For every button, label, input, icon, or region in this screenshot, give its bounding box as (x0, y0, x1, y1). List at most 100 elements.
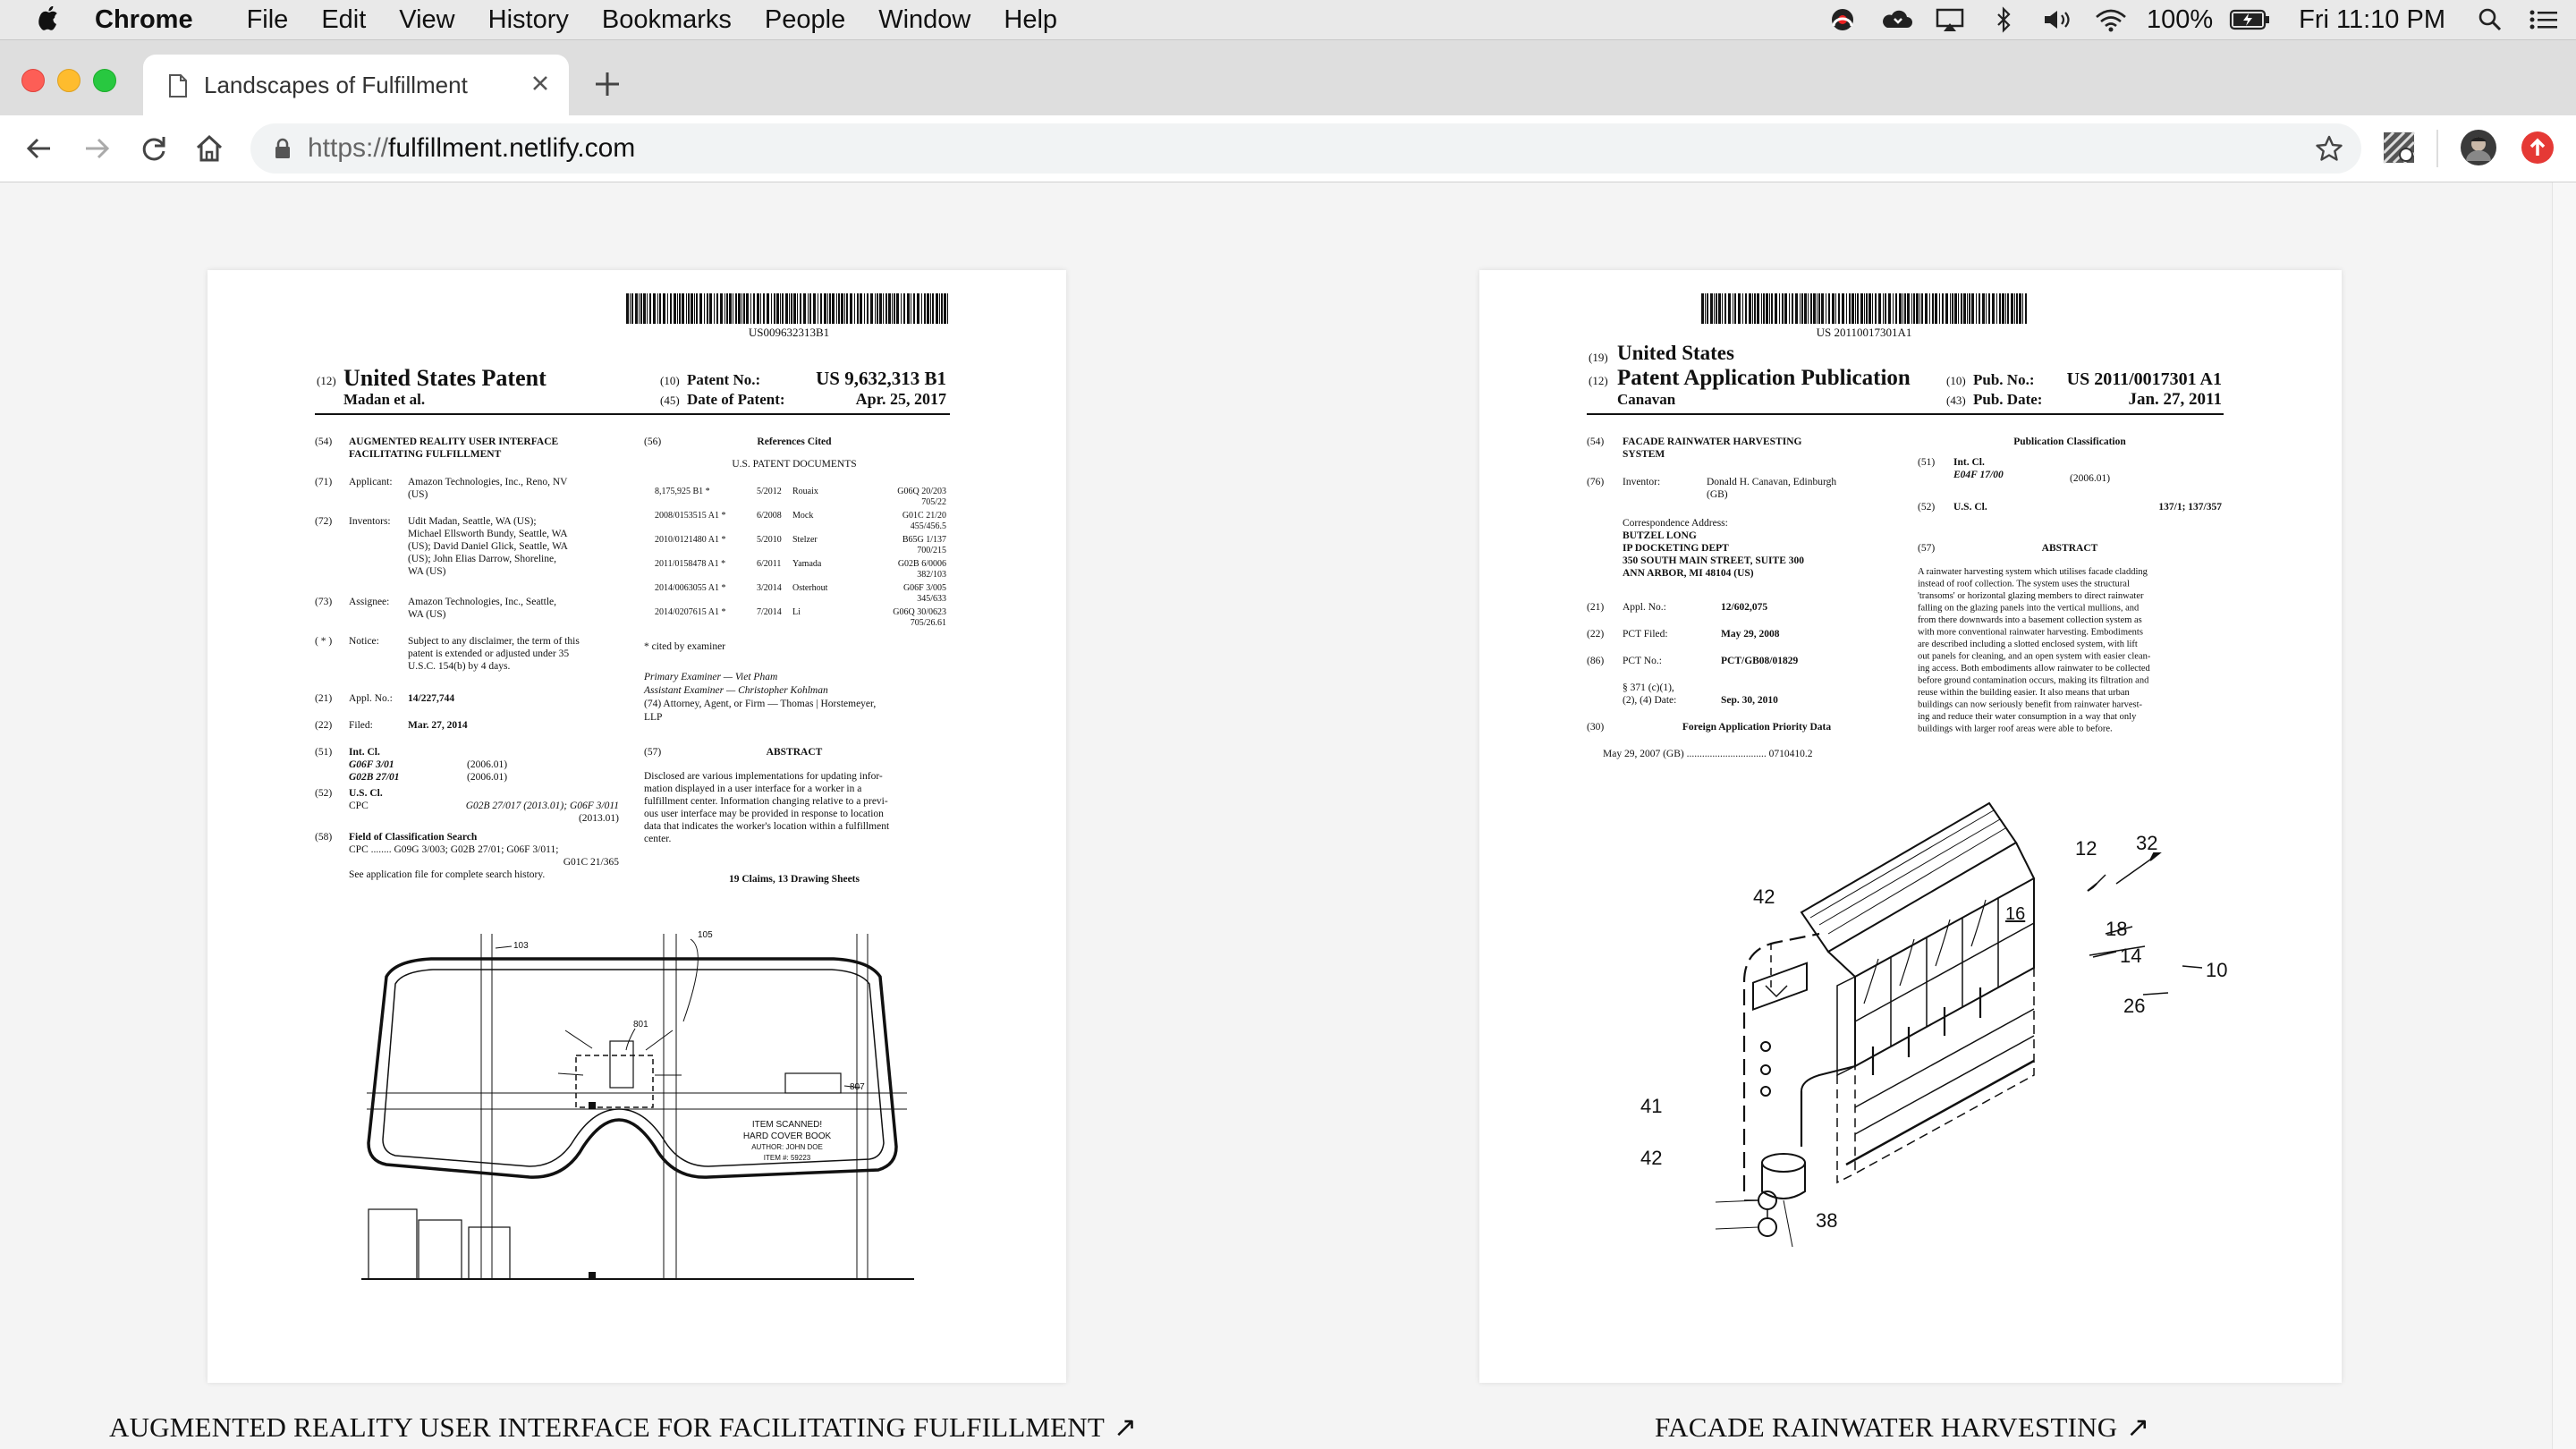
spotlight-search-icon[interactable] (2472, 4, 2508, 35)
page-scrollbar[interactable] (2552, 182, 2576, 1449)
barcode-bar (1716, 293, 1717, 324)
pub-no-label: Pub. No.: (1973, 371, 2034, 388)
barcode-bar (724, 293, 725, 324)
menu-people[interactable]: People (765, 0, 845, 39)
window-minimize-button[interactable] (57, 69, 80, 92)
reference-cell: Stelzer (792, 535, 818, 545)
caption-right-link[interactable]: FACADE RAINWATER HARVESTING ↗ (1655, 1411, 2149, 1444)
barcode-bar (1883, 293, 1884, 324)
address-bar[interactable]: https://fulfillment.netlify.com (250, 123, 2361, 174)
menu-app-name[interactable]: Chrome (95, 0, 193, 39)
barcode-bar (813, 293, 816, 324)
barcode-bar (2005, 293, 2006, 324)
extension-pattern-icon[interactable] (2381, 130, 2417, 165)
intcl-code: (51) (315, 747, 332, 758)
intcl-code-right: (51) (1918, 457, 1935, 468)
pct-filed-label: PCT Filed: (1623, 629, 1668, 640)
url-text[interactable]: https://fulfillment.netlify.com (308, 133, 635, 164)
menubar-clock[interactable]: Fri 11:10 PM (2299, 0, 2445, 39)
barcode-bar (1707, 293, 1708, 324)
barcode-bar (694, 293, 695, 324)
barcode-right (1701, 293, 2027, 324)
attorney-2: LLP (644, 712, 662, 723)
profile-avatar-icon[interactable] (2460, 129, 2497, 166)
patent-number: US 9,632,313 B1 (816, 368, 946, 389)
tab-close-icon[interactable] (526, 69, 555, 97)
abstract-line: ing and reduce their water consumption i… (1918, 712, 2137, 722)
barcode-bar (875, 293, 876, 324)
window-close-button[interactable] (21, 69, 45, 92)
browser-tab-strip: Landscapes of Fulfillment (0, 40, 2576, 115)
barcode-bar (709, 293, 712, 324)
lock-icon[interactable] (274, 138, 292, 159)
barcode-bar (647, 293, 648, 324)
back-arrow-icon[interactable] (23, 132, 55, 165)
wifi-icon[interactable] (2093, 4, 2129, 35)
menu-edit[interactable]: Edit (321, 0, 366, 39)
home-icon[interactable] (193, 132, 225, 165)
pct-no: PCT/GB08/01829 (1721, 656, 1799, 666)
volume-icon[interactable] (2039, 4, 2075, 35)
barcode-bar (746, 293, 749, 324)
forward-arrow-icon[interactable] (80, 132, 113, 165)
reference-cell: 6/2008 (757, 511, 782, 521)
abstract-line: ing access. Both embodiments allow rainw… (1918, 664, 2151, 674)
uscl-label: U.S. Cl. (349, 788, 383, 799)
barcode-bar (1795, 293, 1798, 324)
barcode-bar (1761, 293, 1762, 324)
window-zoom-button[interactable] (93, 69, 116, 92)
barcode-bar (827, 293, 828, 324)
uscl-code: (52) (315, 788, 332, 799)
reference-cell: 2014/0063055 A1 * (655, 583, 725, 593)
cloud-sync-icon[interactable] (1878, 4, 1914, 35)
barcode-bar (679, 293, 681, 324)
notification-center-icon[interactable] (2526, 4, 2562, 35)
patent-date: Apr. 25, 2017 (856, 390, 946, 408)
menu-file[interactable]: File (247, 0, 289, 39)
barcode-bar (1718, 293, 1721, 324)
barcode-number-right: US 20110017301A1 (1817, 326, 1912, 339)
menu-bookmarks[interactable]: Bookmarks (602, 0, 732, 39)
bluetooth-icon[interactable] (1986, 4, 2021, 35)
barcode-bar (1838, 293, 1840, 324)
barcode-bar (883, 293, 884, 324)
barcode-bar (1818, 293, 1820, 324)
airplay-icon[interactable] (1932, 4, 1968, 35)
barcode-bar (1885, 293, 1886, 324)
tab-title: Landscapes of Fulfillment (204, 72, 468, 98)
barcode-bar (841, 293, 843, 324)
reload-icon[interactable] (138, 132, 170, 165)
barcode-bar (699, 293, 702, 324)
menu-window[interactable]: Window (878, 0, 970, 39)
barcode-bar (743, 293, 745, 324)
menu-history[interactable]: History (488, 0, 569, 39)
barcode-bar (1929, 293, 1930, 324)
abstract-line-4: ous user interface may be provided in re… (644, 809, 884, 819)
drawing-label-10: 10 (2206, 959, 2227, 981)
reference-cell: 2011/0158478 A1 * (655, 559, 725, 569)
barcode-bar (939, 293, 940, 324)
barcode-bar (1902, 293, 1903, 324)
browser-tab-active[interactable]: Landscapes of Fulfillment (143, 55, 569, 115)
battery-charging-icon[interactable] (2229, 4, 2272, 35)
caption-left-link[interactable]: AUGMENTED REALITY USER INTERFACE FOR FAC… (109, 1411, 1137, 1444)
inventor-country: (GB) (1707, 489, 1728, 500)
patent-sheet-right[interactable]: US 20110017301A1 (19) United States (12)… (1479, 270, 2342, 1383)
barcode-bar (716, 293, 718, 324)
patent-sheet-left[interactable]: US009632313B1 (12) United States Patent … (208, 270, 1066, 1383)
barcode-bar (1925, 293, 1928, 324)
barcode-bar (932, 293, 934, 324)
barcode-bar (824, 293, 826, 324)
menu-help[interactable]: Help (1004, 0, 1057, 39)
apple-logo-icon[interactable] (38, 6, 61, 33)
menu-view[interactable]: View (399, 0, 454, 39)
drawing-label-12: 12 (2075, 837, 2097, 860)
barcode-bar (789, 293, 790, 324)
new-tab-plus-icon[interactable] (592, 69, 623, 99)
update-arrow-icon[interactable] (2521, 131, 2555, 165)
creative-cloud-icon[interactable] (1825, 4, 1860, 35)
barcode-bar (917, 293, 919, 324)
barcode-bar (1864, 293, 1865, 324)
bookmark-star-icon[interactable] (2315, 134, 2343, 163)
field-cpc: CPC ........ G09G 3/003; G02B 27/01; G06… (349, 844, 558, 855)
